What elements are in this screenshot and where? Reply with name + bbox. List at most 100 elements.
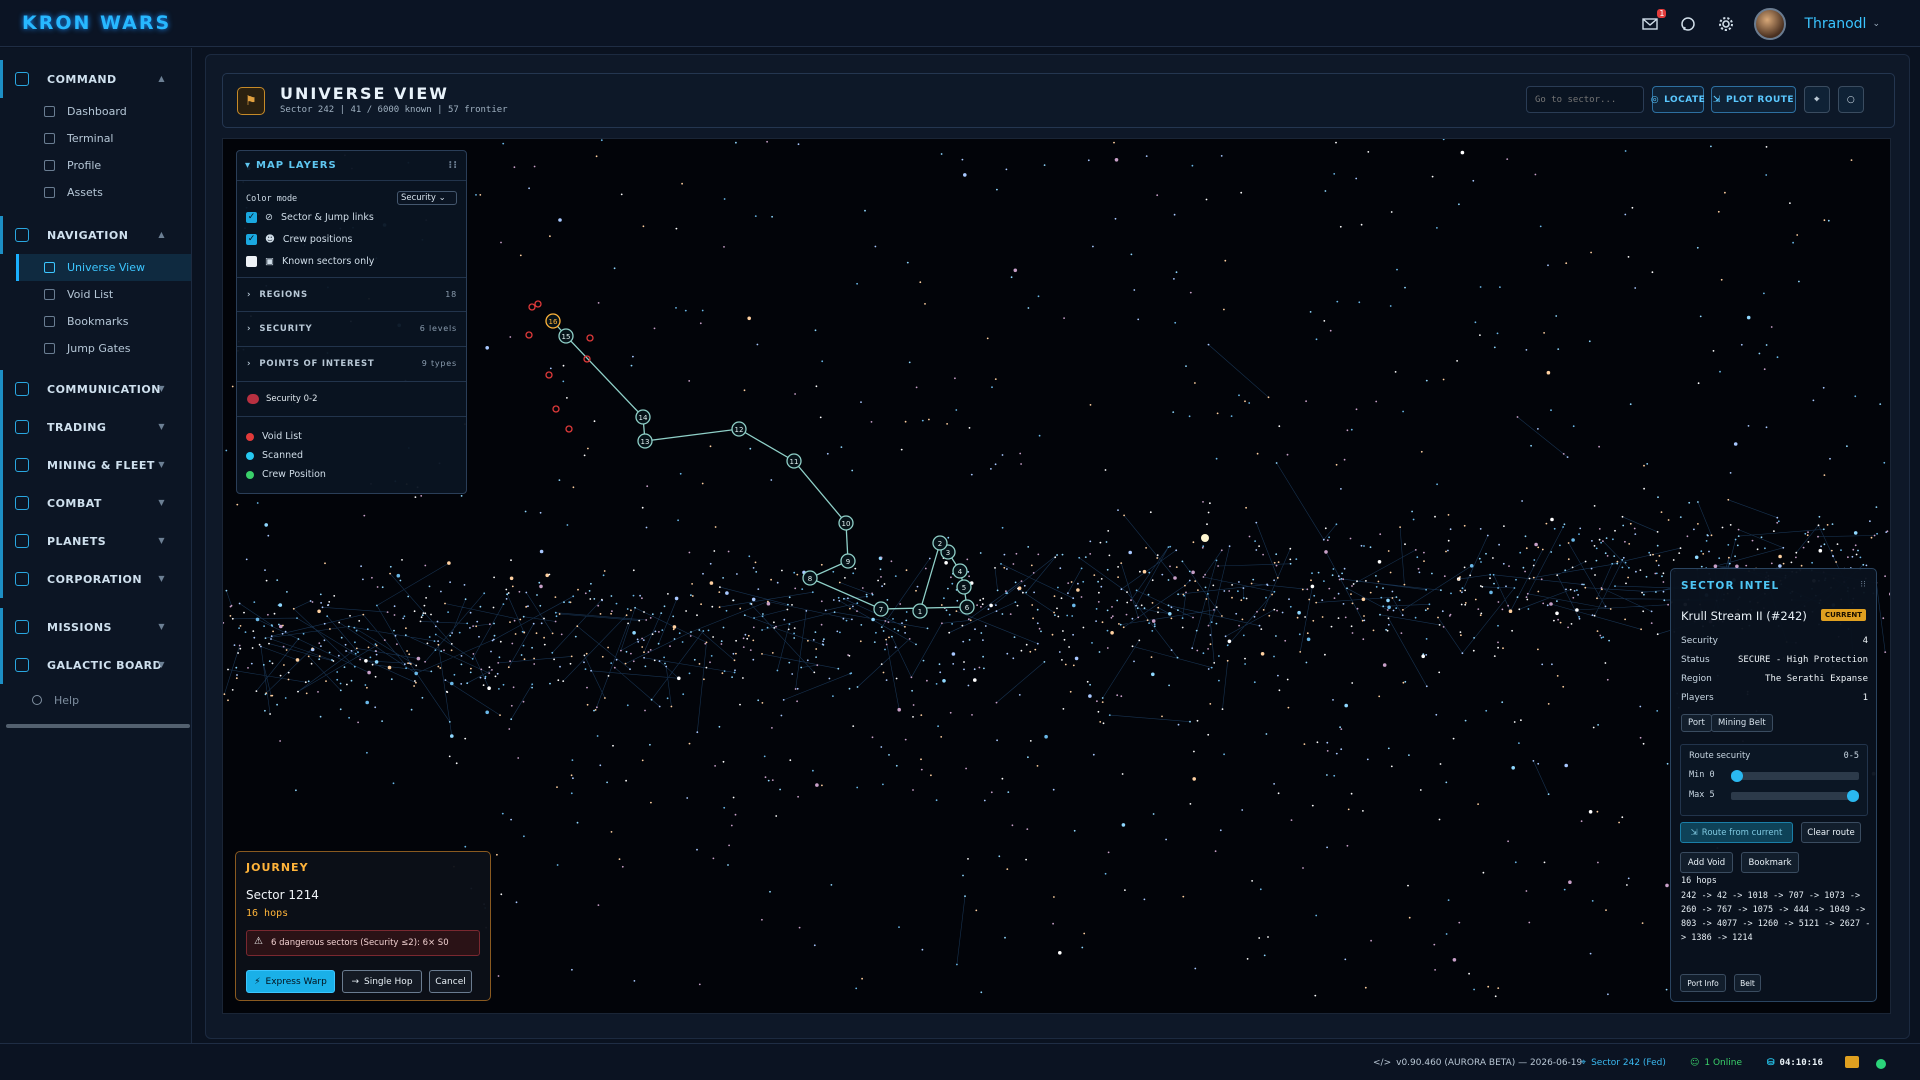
sector-star[interactable] (317, 691, 319, 693)
map-layers-header[interactable]: ▾ MAP LAYERS ⁝⁝ (237, 151, 466, 181)
sector-star[interactable] (812, 769, 814, 772)
sector-star[interactable] (610, 612, 612, 615)
sector-star[interactable] (1556, 574, 1559, 576)
sidebar-section-missions[interactable]: MISSIONS ▼ (0, 608, 191, 646)
void-marker[interactable] (552, 405, 560, 413)
sector-star[interactable] (1315, 914, 1318, 917)
sector-star[interactable] (1591, 540, 1593, 542)
sector-star[interactable] (414, 496, 417, 498)
sector-star[interactable] (1326, 750, 1329, 752)
sector-star[interactable] (1840, 549, 1842, 551)
sector-star[interactable] (1089, 404, 1092, 406)
sector-star[interactable] (553, 658, 555, 661)
sector-star[interactable] (864, 209, 866, 212)
sector-star[interactable] (1657, 564, 1660, 567)
sector-star[interactable] (1555, 315, 1558, 317)
sector-star[interactable] (848, 654, 851, 657)
sector-star[interactable] (1226, 659, 1229, 662)
sector-star[interactable] (1831, 523, 1834, 525)
sector-star[interactable] (1700, 550, 1703, 553)
sector-star[interactable] (463, 584, 466, 586)
sector-star[interactable] (870, 421, 873, 423)
sector-star[interactable] (402, 617, 405, 620)
sector-star[interactable] (325, 680, 327, 682)
sector-star[interactable] (672, 615, 675, 618)
sector-star[interactable] (1854, 395, 1857, 398)
sector-star[interactable] (806, 659, 809, 662)
sector-star[interactable] (1547, 264, 1549, 267)
sector-star[interactable] (1063, 638, 1066, 641)
sector-star[interactable] (279, 740, 281, 742)
sector-star[interactable] (1013, 268, 1018, 273)
sector-star[interactable] (793, 632, 795, 635)
sector-star[interactable] (1379, 533, 1382, 536)
sector-star[interactable] (1137, 616, 1140, 619)
sector-star[interactable] (615, 658, 618, 661)
sector-star[interactable] (1020, 580, 1023, 583)
sector-star[interactable] (231, 617, 234, 620)
sector-star[interactable] (1489, 577, 1491, 580)
sector-star[interactable] (650, 801, 652, 804)
sector-star[interactable] (688, 380, 691, 382)
sector-star[interactable] (1256, 452, 1259, 455)
sector-star[interactable] (587, 447, 589, 450)
sector-star[interactable] (1156, 194, 1159, 197)
tag-port[interactable]: Port (1681, 714, 1712, 732)
sector-star[interactable] (421, 696, 424, 699)
sector-star[interactable] (787, 603, 789, 606)
sector-star[interactable] (771, 652, 774, 654)
sector-star[interactable] (1606, 555, 1609, 557)
sector-star[interactable] (895, 677, 898, 680)
sector-star[interactable] (1207, 624, 1210, 627)
sector-star[interactable] (928, 418, 930, 421)
sector-star[interactable] (1645, 575, 1648, 578)
sector-star[interactable] (1315, 601, 1318, 604)
sector-star[interactable] (509, 660, 511, 663)
sector-star[interactable] (1518, 608, 1521, 611)
sector-star[interactable] (789, 759, 792, 762)
sector-star[interactable] (310, 662, 313, 665)
sector-star[interactable] (710, 655, 713, 657)
mail-icon[interactable]: 1 (1640, 9, 1667, 34)
sector-star[interactable] (1802, 546, 1805, 549)
sector-star[interactable] (1550, 409, 1552, 412)
sector-star[interactable] (433, 640, 436, 642)
sector-star[interactable] (604, 697, 606, 699)
sidebar-section-navigation[interactable]: NAVIGATION ▲ (0, 216, 191, 254)
sector-star[interactable] (1597, 861, 1599, 864)
gear-icon[interactable] (1716, 14, 1736, 34)
sector-star[interactable] (491, 669, 493, 671)
sector-star[interactable] (1074, 656, 1079, 661)
sector-star[interactable] (1578, 533, 1580, 535)
sector-star[interactable] (258, 643, 261, 646)
sector-star[interactable] (350, 679, 353, 682)
sector-star[interactable] (1255, 549, 1258, 551)
sector-star[interactable] (1068, 646, 1070, 648)
sector-star[interactable] (1362, 638, 1365, 641)
sector-star[interactable] (781, 569, 783, 572)
sector-star[interactable] (1547, 793, 1550, 796)
sector-star[interactable] (828, 677, 831, 680)
sector-star[interactable] (1322, 538, 1325, 541)
add-void-button[interactable]: Add Void (1680, 852, 1733, 873)
sector-star[interactable] (1425, 654, 1428, 656)
sector-star[interactable] (1724, 191, 1726, 194)
sector-star[interactable] (620, 193, 623, 196)
sector-star[interactable] (873, 641, 876, 643)
sector-star[interactable] (484, 675, 487, 678)
sector-star[interactable] (856, 686, 859, 688)
sector-star[interactable] (572, 777, 574, 780)
sector-star[interactable] (1122, 626, 1125, 629)
sector-star[interactable] (1005, 168, 1008, 171)
sector-star[interactable] (560, 633, 563, 636)
sector-star[interactable] (856, 602, 859, 605)
sector-star[interactable] (1332, 568, 1335, 570)
sector-star[interactable] (743, 389, 746, 392)
sector-star[interactable] (538, 581, 541, 584)
sector-star[interactable] (1311, 572, 1313, 575)
sector-star[interactable] (1556, 600, 1558, 602)
sector-star[interactable] (1568, 880, 1572, 884)
sector-star[interactable] (1364, 986, 1367, 989)
sector-star[interactable] (1576, 589, 1578, 592)
sector-star[interactable] (1452, 737, 1455, 740)
